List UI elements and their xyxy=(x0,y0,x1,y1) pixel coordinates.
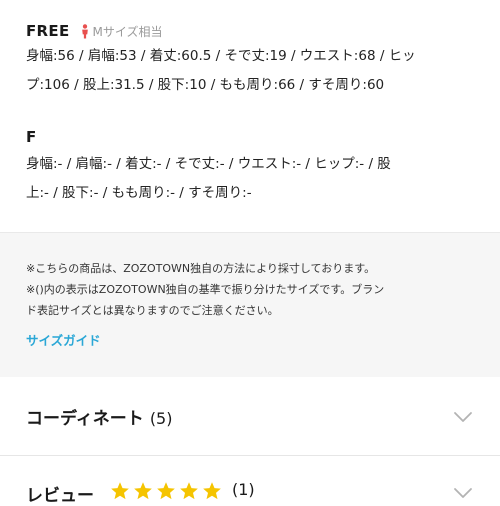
size-name: FREE xyxy=(26,22,70,40)
review-count: (1) xyxy=(232,480,255,499)
measurements-free-line-1: 身幅:56 / 肩幅:53 / 着丈:60.5 / そで丈:19 / ウエスト:… xyxy=(26,48,416,64)
star-icon xyxy=(203,482,221,500)
size-heading-free: FREE Mサイズ相当 xyxy=(26,20,163,42)
size-heading-f: F xyxy=(26,126,37,148)
measurement-method-note: ※こちらの商品は、ZOZOTOWN独自の方法により採寸しております。 xyxy=(26,262,376,275)
chevron-down-icon[interactable] xyxy=(452,410,474,424)
size-measurements-section: FREE Mサイズ相当 身幅:56 / 肩幅:53 / 着丈:60.5 / そで… xyxy=(0,0,500,232)
coordinate-accordion[interactable]: コーディネート (5) xyxy=(0,377,500,455)
chevron-down-icon[interactable] xyxy=(452,486,474,500)
measurements-f-line-2: 上:- / 股下:- / もも周り:- / すそ周り:- xyxy=(26,185,252,201)
review-title: レビュー xyxy=(26,481,94,506)
star-rating xyxy=(110,481,225,501)
size-equivalent-note: Mサイズ相当 xyxy=(80,23,163,40)
size-label-note-line-1: ※()内の表示はZOZOTOWN独自の基準で振り分けたサイズです。ブラン xyxy=(26,283,385,296)
coordinate-title: コーディネート (5) xyxy=(26,404,172,429)
star-icon xyxy=(134,482,152,500)
measurements-free-line-2: プ:106 / 股上:31.5 / 股下:10 / もも周り:66 / すそ周り… xyxy=(26,77,385,93)
review-accordion[interactable]: レビュー (1) xyxy=(0,456,500,506)
coordinate-count: (5) xyxy=(149,409,173,428)
star-icon xyxy=(111,482,129,500)
star-icon xyxy=(180,482,198,500)
star-icon xyxy=(157,482,175,500)
measurements-f-line-1: 身幅:- / 肩幅:- / 着丈:- / そで丈:- / ウエスト:- / ヒッ… xyxy=(26,156,391,172)
size-label-note-line-2: ド表記サイズとは異なりますのでご注意ください。 xyxy=(26,304,279,317)
review-label: レビュー xyxy=(26,486,94,506)
person-icon xyxy=(81,23,88,39)
size-guide-link[interactable]: サイズガイド xyxy=(26,330,101,349)
size-name: F xyxy=(26,128,37,146)
size-notes-panel: ※こちらの商品は、ZOZOTOWN独自の方法により採寸しております。 ※()内の… xyxy=(0,232,500,378)
size-note-text: Mサイズ相当 xyxy=(92,24,163,39)
coordinate-label: コーディネート xyxy=(26,409,144,429)
